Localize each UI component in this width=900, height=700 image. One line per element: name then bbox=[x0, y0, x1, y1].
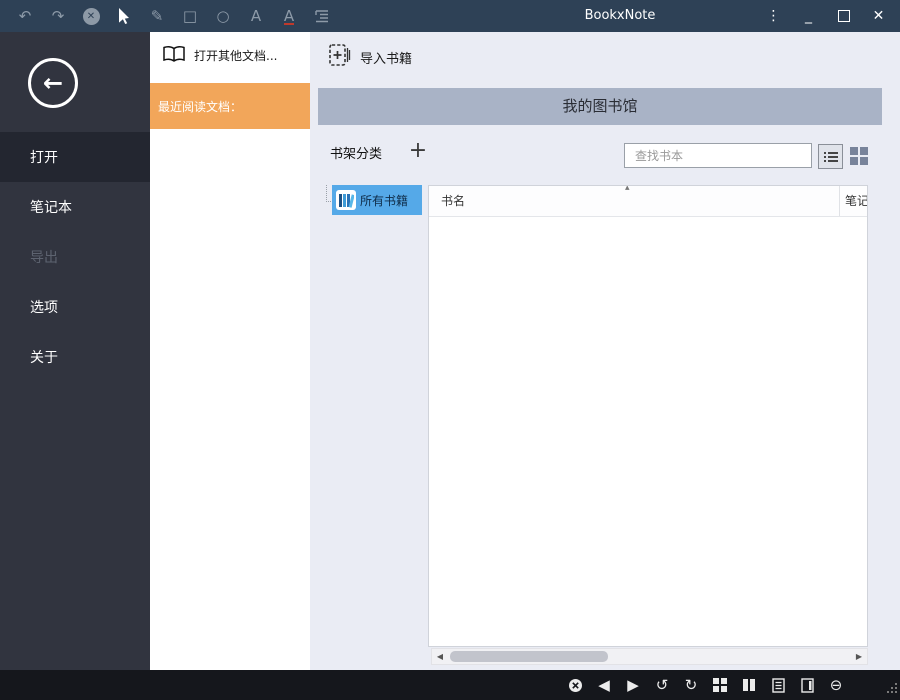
close-button[interactable]: ✕ bbox=[861, 0, 896, 32]
add-shelf-button[interactable]: + bbox=[406, 138, 430, 163]
close-badge-icon[interactable]: ✕ bbox=[83, 8, 100, 25]
zoom-out-icon[interactable]: ⊖ bbox=[827, 675, 845, 695]
indent-icon[interactable] bbox=[313, 6, 331, 26]
back-button[interactable]: ← bbox=[28, 58, 78, 108]
grid-view-icon bbox=[850, 147, 868, 165]
import-books-button[interactable]: 导入书籍 bbox=[326, 40, 412, 74]
menu-dots-icon[interactable]: ⋮ bbox=[756, 0, 791, 32]
scroll-right-icon[interactable]: ▶ bbox=[851, 652, 867, 661]
bookshelf-icon bbox=[336, 190, 356, 210]
redo-icon[interactable]: ↷ bbox=[49, 6, 67, 26]
sidebar-item-label: 导出 bbox=[30, 247, 58, 267]
import-book-icon bbox=[326, 42, 352, 72]
annotation-toolbar: ↶ ↷ ✕ ✎ □ ○ A A bbox=[16, 0, 331, 32]
single-page-icon[interactable] bbox=[769, 675, 787, 695]
open-other-docs-label: 打开其他文档... bbox=[194, 47, 277, 64]
undo-icon[interactable]: ↶ bbox=[16, 6, 34, 26]
statusbar: ◀ ▶ ↺ ↻ ⊖ bbox=[0, 670, 900, 700]
minimize-button[interactable]: _ bbox=[791, 0, 826, 32]
list-view-button[interactable] bbox=[818, 144, 843, 169]
maximize-icon bbox=[838, 10, 850, 22]
pencil-icon[interactable]: ✎ bbox=[148, 6, 166, 26]
column-book-name[interactable]: 书名 bbox=[441, 186, 465, 216]
scrollbar-thumb[interactable] bbox=[450, 651, 608, 662]
next-page-icon[interactable]: ▶ bbox=[624, 675, 642, 695]
window-title: BookxNote bbox=[555, 0, 685, 32]
cursor-icon[interactable] bbox=[115, 6, 133, 26]
table-body bbox=[429, 217, 867, 647]
scrollbar-track[interactable] bbox=[448, 649, 851, 664]
library-main: 导入书籍 我的图书馆 书架分类 + 所有书籍 bbox=[310, 32, 900, 670]
continuous-page-icon[interactable] bbox=[798, 675, 816, 695]
table-header: 书名 ▴ 笔记数 bbox=[429, 186, 867, 217]
scroll-left-icon[interactable]: ◀ bbox=[432, 652, 448, 661]
sidebar: ← 打开 笔记本 导出 选项 关于 bbox=[0, 32, 150, 670]
library-title: 我的图书馆 bbox=[562, 97, 637, 115]
recent-docs-header: 最近阅读文档： bbox=[150, 83, 310, 129]
sidebar-item-notebook[interactable]: 笔记本 bbox=[0, 182, 150, 232]
maximize-button[interactable] bbox=[826, 0, 861, 32]
list-view-icon bbox=[824, 151, 838, 163]
underline-text-icon[interactable]: A bbox=[284, 7, 294, 25]
sidebar-item-open[interactable]: 打开 bbox=[0, 132, 150, 182]
sidebar-item-export: 导出 bbox=[0, 232, 150, 282]
stop-circle-icon[interactable] bbox=[566, 675, 584, 695]
text-tool-icon[interactable]: A bbox=[247, 6, 265, 26]
all-books-label: 所有书籍 bbox=[360, 192, 408, 209]
sidebar-item-label: 打开 bbox=[30, 147, 58, 167]
document-panel: 打开其他文档... 最近阅读文档： bbox=[150, 32, 310, 670]
resize-grip[interactable] bbox=[886, 680, 898, 698]
prev-page-icon[interactable]: ◀ bbox=[595, 675, 613, 695]
open-other-docs-button[interactable]: 打开其他文档... bbox=[150, 32, 310, 78]
search-input[interactable] bbox=[624, 143, 812, 168]
grid-pages-icon[interactable] bbox=[711, 675, 729, 695]
sort-caret-icon[interactable]: ▴ bbox=[625, 185, 630, 193]
tree-item-all-books[interactable]: 所有书籍 bbox=[332, 185, 422, 215]
import-books-label: 导入书籍 bbox=[360, 48, 412, 67]
sidebar-item-label: 选项 bbox=[30, 297, 58, 317]
library-title-band: 我的图书馆 bbox=[318, 88, 882, 125]
open-book-icon bbox=[162, 45, 186, 66]
sidebar-menu: 打开 笔记本 导出 选项 关于 bbox=[0, 132, 150, 382]
rect-tool-icon[interactable]: □ bbox=[181, 6, 199, 26]
titlebar: ↶ ↷ ✕ ✎ □ ○ A A BookxNote ⋮ _ ✕ bbox=[0, 0, 900, 32]
ellipse-tool-icon[interactable]: ○ bbox=[214, 6, 232, 26]
column-note-count[interactable]: 笔记数 bbox=[839, 186, 868, 216]
horizontal-scrollbar[interactable]: ◀ ▶ bbox=[431, 648, 868, 665]
sidebar-item-label: 笔记本 bbox=[30, 197, 72, 217]
recent-docs-label: 最近阅读文档： bbox=[158, 98, 242, 115]
grid-view-button[interactable] bbox=[849, 146, 869, 166]
facing-pages-icon[interactable] bbox=[740, 675, 758, 695]
back-arrow-icon: ← bbox=[43, 69, 63, 97]
window-controls: ⋮ _ ✕ bbox=[756, 0, 896, 32]
sidebar-item-options[interactable]: 选项 bbox=[0, 282, 150, 332]
sidebar-item-label: 关于 bbox=[30, 347, 58, 367]
rotate-left-icon[interactable]: ↺ bbox=[653, 675, 671, 695]
rotate-right-icon[interactable]: ↻ bbox=[682, 675, 700, 695]
sidebar-item-about[interactable]: 关于 bbox=[0, 332, 150, 382]
shelf-category-label: 书架分类 bbox=[330, 142, 382, 168]
books-table: 书名 ▴ 笔记数 bbox=[428, 185, 868, 647]
